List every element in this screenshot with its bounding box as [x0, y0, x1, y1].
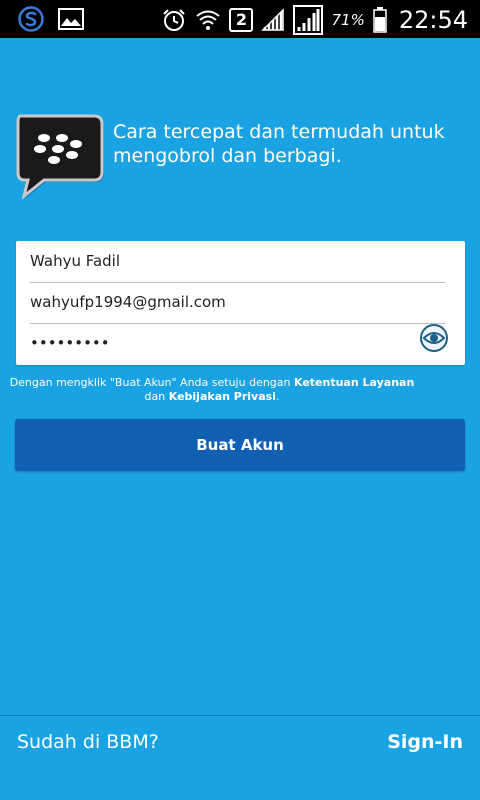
battery-percent: 71% — [331, 11, 365, 29]
signal-icon — [261, 8, 285, 31]
already-on-bbm-text: Sudah di BBM? — [17, 731, 159, 753]
battery-icon — [373, 7, 387, 33]
gallery-icon — [58, 8, 84, 30]
s-app-icon — [18, 6, 44, 32]
clock: 22:54 — [398, 6, 468, 34]
wifi-icon — [196, 10, 221, 30]
terms-prefix: Dengan mengklik "Buat Akun" Anda setuju … — [9, 376, 294, 389]
bbm-logo-icon — [16, 114, 104, 200]
create-account-button[interactable]: Buat Akun — [15, 419, 465, 471]
sign-in-link[interactable]: Sign-In — [387, 731, 463, 753]
alarm-icon — [163, 9, 186, 31]
footer-divider — [0, 715, 480, 716]
tagline: Cara tercepat dan termudah untuk mengobr… — [113, 121, 445, 167]
show-password-eye-icon[interactable] — [419, 323, 449, 353]
bbm-header: Cara tercepat dan termudah untuk mengobr… — [16, 114, 466, 204]
signup-form: Wahyu Fadil wahyufp1994@gmail.com ••••••… — [16, 241, 465, 365]
status-right-icons: 2 71% 22:54 — [161, 5, 468, 35]
password-field[interactable]: ••••••••• — [30, 323, 445, 364]
sim-2-icon: 2 — [229, 8, 254, 32]
terms-middle: dan — [144, 390, 169, 403]
terms-text: Dengan mengklik "Buat Akun" Anda setuju … — [0, 376, 424, 404]
status-left-icons — [18, 6, 84, 32]
privacy-policy-link[interactable]: Kebijakan Privasi — [169, 390, 276, 403]
status-bar: 2 71% 22:54 — [0, 0, 480, 38]
terms-of-service-link[interactable]: Ketentuan Layanan — [294, 376, 414, 389]
terms-suffix: . — [275, 390, 280, 403]
name-field[interactable]: Wahyu Fadil — [30, 241, 445, 283]
signal-box-icon — [293, 5, 324, 35]
email-field[interactable]: wahyufp1994@gmail.com — [30, 282, 445, 324]
